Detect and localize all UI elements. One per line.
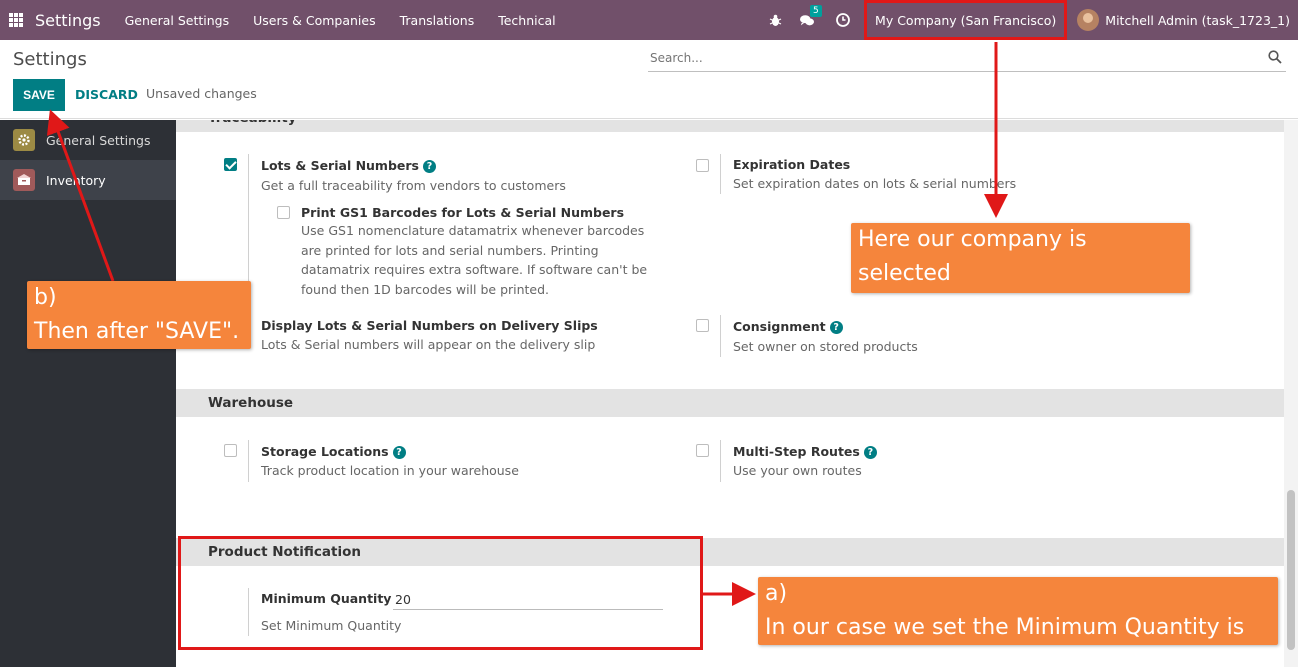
menu-general-settings[interactable]: General Settings [125, 13, 230, 28]
expiration-title: Expiration Dates [733, 157, 851, 172]
sidebar-item-general-settings[interactable]: General Settings [0, 120, 176, 160]
annotation-text: In our case we set the Minimum Quantity … [765, 615, 1245, 667]
gs1-desc: Use GS1 nomenclature datamatrix whenever… [301, 223, 648, 297]
annotation-save: b) Then after "SAVE". [27, 281, 251, 349]
clock-icon[interactable] [836, 13, 850, 27]
help-icon[interactable]: ? [423, 160, 436, 173]
search-bar [648, 46, 1286, 72]
menu-users-companies[interactable]: Users & Companies [253, 13, 375, 28]
sidebar-item-label: General Settings [46, 132, 151, 148]
sidebar-item-label: Inventory [46, 172, 106, 188]
consignment-title: Consignment? [733, 319, 843, 334]
menu-technical[interactable]: Technical [498, 13, 555, 28]
scroll-thumb[interactable] [1287, 490, 1295, 650]
gs1-title: Print GS1 Barcodes for Lots & Serial Num… [301, 205, 625, 220]
messages-badge: 5 [810, 5, 822, 17]
divider [720, 440, 721, 482]
annotation-text: Here our company is selected [858, 227, 1087, 286]
annotation-text: a) [765, 581, 788, 606]
consignment-desc: Set owner on stored products [733, 339, 918, 354]
menu-translations[interactable]: Translations [400, 13, 475, 28]
multi-step-routes-desc: Use your own routes [733, 463, 862, 478]
lots-serial-checkbox[interactable] [224, 158, 237, 171]
annotation-text: b) [34, 285, 57, 310]
messages-icon[interactable]: 5 [800, 5, 822, 27]
search-input[interactable] [648, 46, 1248, 70]
help-icon[interactable]: ? [829, 321, 843, 334]
gs1-checkbox[interactable] [277, 206, 290, 219]
divider [720, 315, 721, 357]
annotation-text: Then after "SAVE". [34, 319, 240, 344]
storage-locations-checkbox[interactable] [224, 444, 237, 457]
apps-menu-icon[interactable] [9, 13, 23, 27]
lots-serial-title: Lots & Serial Numbers? [261, 158, 436, 173]
unsaved-status: Unsaved changes [146, 86, 257, 101]
divider [720, 154, 721, 194]
navbar-systray: 5 My Company (San Francisco) Mitchell Ad… [768, 0, 1298, 40]
user-menu[interactable]: Mitchell Admin (task_1723_1) [1105, 13, 1290, 28]
app-brand[interactable]: Settings [35, 11, 101, 30]
help-icon[interactable]: ? [863, 446, 877, 459]
expiration-desc: Set expiration dates on lots & serial nu… [733, 176, 1017, 191]
annotation-text: (San Francisco) [858, 295, 1027, 320]
annotation-company: Here our company is selected (San Franci… [851, 223, 1190, 320]
help-icon[interactable]: ? [392, 446, 406, 459]
bug-icon[interactable] [768, 13, 782, 27]
section-traceability-heading: Traceability [176, 120, 1284, 132]
expiration-checkbox[interactable] [696, 159, 709, 172]
content-scrollbar[interactable] [1284, 120, 1298, 667]
page-title: Settings [13, 49, 87, 70]
sidebar-item-inventory[interactable]: Inventory [0, 160, 176, 200]
storage-locations-desc: Track product location in your warehouse [261, 463, 519, 478]
gear-icon [13, 129, 35, 151]
top-navbar: Settings General Settings Users & Compan… [0, 0, 1298, 40]
highlight-product-notification [178, 536, 703, 650]
control-panel: Settings SAVE DISCARD Unsaved changes [0, 40, 1298, 119]
consignment-checkbox[interactable] [696, 319, 709, 332]
save-button[interactable]: SAVE [13, 79, 65, 111]
divider [248, 154, 249, 298]
lots-serial-desc: Get a full traceability from vendors to … [261, 178, 566, 193]
display-lots-title: Display Lots & Serial Numbers on Deliver… [261, 318, 598, 333]
section-warehouse-heading: Warehouse [176, 389, 1284, 417]
company-switcher[interactable]: My Company (San Francisco) [864, 0, 1068, 40]
storage-locations-title: Storage Locations? [261, 444, 406, 459]
divider [248, 440, 249, 482]
user-avatar[interactable] [1077, 9, 1100, 31]
search-icon[interactable] [1268, 50, 1282, 68]
display-lots-desc: Lots & Serial numbers will appear on the… [261, 337, 596, 352]
discard-button[interactable]: DISCARD [75, 87, 138, 102]
settings-sidebar: General Settings Inventory [0, 120, 176, 667]
multi-step-routes-title: Multi-Step Routes? [733, 444, 877, 459]
box-icon [13, 169, 35, 191]
multi-step-routes-checkbox[interactable] [696, 444, 709, 457]
annotation-min-qty: a) In our case we set the Minimum Quanti… [758, 577, 1278, 667]
